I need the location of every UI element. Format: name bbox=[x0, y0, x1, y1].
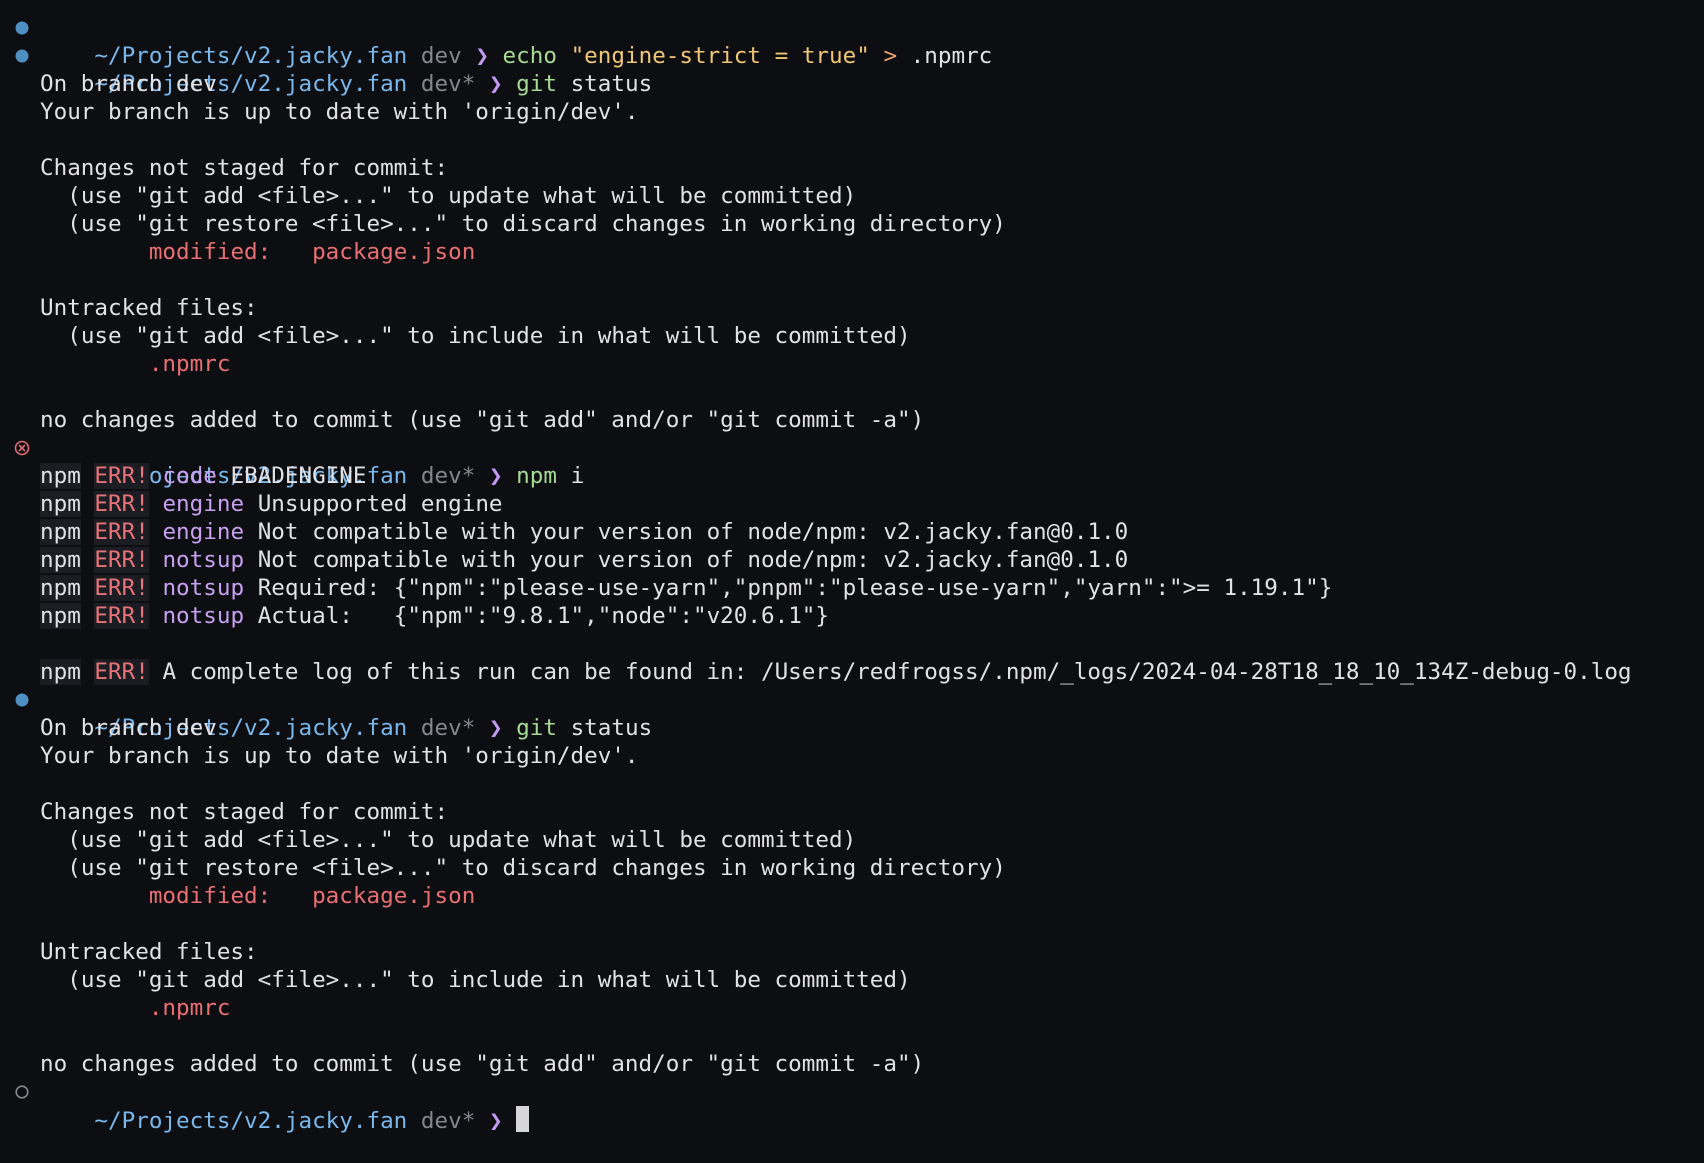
err-badge: ERR! bbox=[94, 575, 149, 601]
output-line: (use "git restore <file>..." to discard … bbox=[0, 210, 1704, 238]
err-message: Unsupported engine bbox=[257, 491, 503, 517]
err-key: notsup bbox=[162, 547, 245, 573]
err-badge: ERR! bbox=[94, 491, 149, 517]
err-key: code bbox=[162, 463, 217, 489]
status-hint: (use "git add <file>..." to update what … bbox=[67, 827, 857, 853]
err-key: notsup bbox=[162, 575, 245, 601]
untracked-file: .npmrc bbox=[148, 351, 231, 377]
filled-circle-icon bbox=[14, 14, 30, 42]
output-line: .npmrc bbox=[0, 350, 1704, 378]
output-line: Untracked files: bbox=[0, 938, 1704, 966]
hollow-circle-icon bbox=[14, 1078, 30, 1106]
output-line: Your branch is up to date with 'origin/d… bbox=[0, 98, 1704, 126]
npm-prefix: npm bbox=[40, 659, 81, 685]
modified-file: package.json bbox=[312, 239, 476, 265]
output-line: (use "git add <file>..." to update what … bbox=[0, 826, 1704, 854]
output-line: On branch dev bbox=[0, 714, 1704, 742]
npm-prefix: npm bbox=[40, 491, 81, 517]
status-text: On branch dev bbox=[40, 71, 217, 97]
err-badge: ERR! bbox=[94, 519, 149, 545]
modified-label: modified: bbox=[148, 883, 272, 909]
npm-error-line: npm ERR! notsup Actual: {"npm":"9.8.1","… bbox=[0, 602, 1704, 630]
npm-prefix: npm bbox=[40, 463, 81, 489]
output-line: Changes not staged for commit: bbox=[0, 798, 1704, 826]
status-text: Your branch is up to date with 'origin/d… bbox=[40, 743, 639, 769]
npm-prefix: npm bbox=[40, 547, 81, 573]
output-line: (use "git add <file>..." to include in w… bbox=[0, 966, 1704, 994]
prompt-symbol: ❯ bbox=[488, 1108, 503, 1134]
modified-file: package.json bbox=[312, 883, 476, 909]
status-text: Untracked files: bbox=[40, 295, 258, 321]
output-line: (use "git add <file>..." to include in w… bbox=[0, 322, 1704, 350]
npm-prefix: npm bbox=[40, 575, 81, 601]
status-hint: (use "git restore <file>..." to discard … bbox=[67, 855, 1006, 881]
modified-label: modified: bbox=[148, 239, 272, 265]
text-cursor[interactable] bbox=[516, 1106, 530, 1132]
output-line: .npmrc bbox=[0, 994, 1704, 1022]
status-text: Untracked files: bbox=[40, 939, 258, 965]
status-hint: (use "git add <file>..." to include in w… bbox=[67, 967, 911, 993]
output-line: Changes not staged for commit: bbox=[0, 154, 1704, 182]
err-key: engine bbox=[162, 519, 245, 545]
err-badge: ERR! bbox=[94, 547, 149, 573]
filled-circle-icon bbox=[14, 42, 30, 70]
output-line: Your branch is up to date with 'origin/d… bbox=[0, 742, 1704, 770]
output-line: On branch dev bbox=[0, 70, 1704, 98]
err-badge: ERR! bbox=[94, 659, 149, 685]
active-prompt-line[interactable]: ~/Projects/v2.jacky.fan dev* ❯ bbox=[0, 1078, 1704, 1134]
prompt-branch: dev* bbox=[420, 1108, 476, 1134]
npm-error-line: npm ERR! engine Not compatible with your… bbox=[0, 518, 1704, 546]
output-line: (use "git add <file>..." to update what … bbox=[0, 182, 1704, 210]
err-message: Required: {"npm":"please-use-yarn","pnpm… bbox=[257, 575, 1333, 601]
status-text: no changes added to commit (use "git add… bbox=[40, 1051, 925, 1077]
npm-error-line: npm ERR! notsup Required: {"npm":"please… bbox=[0, 574, 1704, 602]
status-hint: (use "git add <file>..." to include in w… bbox=[67, 323, 911, 349]
output-line: no changes added to commit (use "git add… bbox=[0, 1050, 1704, 1078]
terminal-output[interactable]: ~/Projects/v2.jacky.fan dev ❯ echo "engi… bbox=[0, 14, 1704, 1134]
err-message: Not compatible with your version of node… bbox=[257, 519, 1129, 545]
err-key: notsup bbox=[162, 603, 245, 629]
npm-prefix: npm bbox=[40, 603, 81, 629]
status-text: Changes not staged for commit: bbox=[40, 799, 449, 825]
output-line: no changes added to commit (use "git add… bbox=[0, 406, 1704, 434]
status-text: Changes not staged for commit: bbox=[40, 155, 449, 181]
prompt-line-git-status-2: ~/Projects/v2.jacky.fan dev* ❯ git statu… bbox=[0, 686, 1704, 741]
status-text: Your branch is up to date with 'origin/d… bbox=[40, 99, 639, 125]
err-message: Not compatible with your version of node… bbox=[257, 547, 1129, 573]
filled-circle-icon bbox=[14, 686, 30, 714]
npm-error-line: npm ERR! code EBADENGINE bbox=[0, 462, 1704, 490]
npm-error-line: npm ERR! notsup Not compatible with your… bbox=[0, 546, 1704, 574]
err-log-path: A complete log of this run can be found … bbox=[162, 659, 1632, 685]
prompt-line-git-status-1: ~/Projects/v2.jacky.fan dev* ❯ git statu… bbox=[0, 42, 1704, 97]
npm-prefix: npm bbox=[40, 519, 81, 545]
npm-error-line: npm ERR! engine Unsupported engine bbox=[0, 490, 1704, 518]
status-text: On branch dev bbox=[40, 715, 217, 741]
err-message: EBADENGINE bbox=[230, 463, 367, 489]
err-badge: ERR! bbox=[94, 603, 149, 629]
err-key: engine bbox=[162, 491, 245, 517]
prompt-path: ~/Projects/v2.jacky.fan bbox=[94, 1108, 408, 1134]
prompt-line-npm-install: ~/Projects/v2.jacky.fan dev* ❯ npm i bbox=[0, 434, 1704, 489]
prompt-line-echo: ~/Projects/v2.jacky.fan dev ❯ echo "engi… bbox=[0, 14, 1704, 69]
output-line: modified: package.json bbox=[0, 882, 1704, 910]
err-badge: ERR! bbox=[94, 463, 149, 489]
output-line: (use "git restore <file>..." to discard … bbox=[0, 854, 1704, 882]
untracked-file: .npmrc bbox=[148, 995, 231, 1021]
err-message: Actual: {"npm":"9.8.1","node":"v20.6.1"} bbox=[257, 603, 829, 629]
output-line: modified: package.json bbox=[0, 238, 1704, 266]
output-line: Untracked files: bbox=[0, 294, 1704, 322]
status-hint: (use "git restore <file>..." to discard … bbox=[67, 211, 1006, 237]
status-hint: (use "git add <file>..." to update what … bbox=[67, 183, 857, 209]
npm-error-line: npm ERR! A complete log of this run can … bbox=[0, 658, 1704, 686]
circled-x-icon bbox=[14, 434, 30, 462]
status-text: no changes added to commit (use "git add… bbox=[40, 407, 925, 433]
